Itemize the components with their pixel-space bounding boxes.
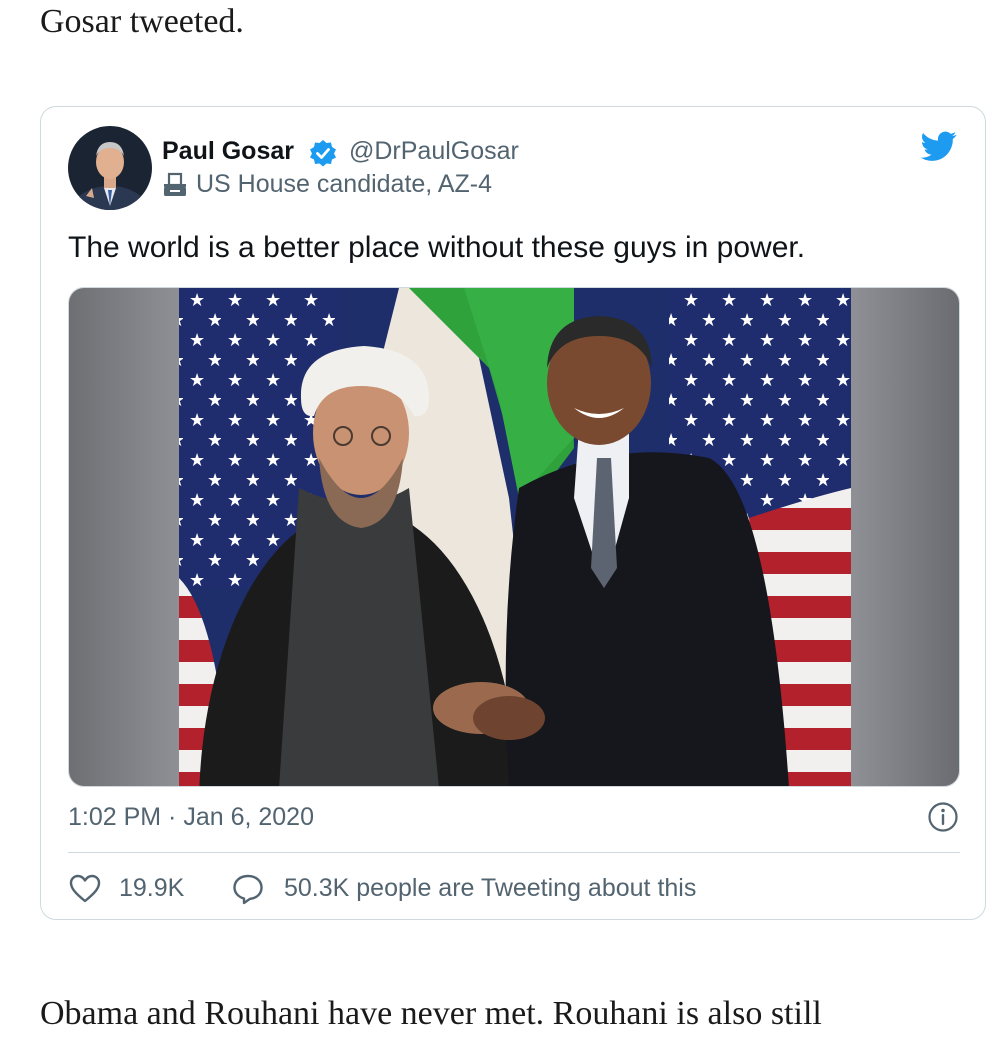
speech-bubble-icon[interactable]: [232, 873, 264, 905]
embedded-tweet-card[interactable]: Paul Gosar @DrPaulGosar US House candida…: [40, 106, 986, 920]
verified-badge-icon: [309, 139, 337, 167]
tweet-text: The world is a better place without thes…: [68, 231, 806, 264]
tweeting-about-link[interactable]: 50.3K people are Tweeting about this: [284, 871, 696, 905]
tweet-photo[interactable]: ★ ★: [68, 287, 960, 787]
like-count[interactable]: 19.9K: [119, 871, 184, 905]
twitter-bird-icon[interactable]: [919, 128, 959, 164]
article-intro-text: Gosar tweeted.: [40, 3, 244, 40]
tweet-divider: [68, 852, 960, 853]
article-body-text: Obama and Rouhani have never met. Rouhan…: [40, 995, 822, 1032]
author-label: US House candidate, AZ-4: [196, 170, 492, 198]
heart-icon[interactable]: [69, 874, 101, 904]
tweet-timestamp[interactable]: 1:02 PM · Jan 6, 2020: [68, 800, 314, 834]
author-handle[interactable]: @DrPaulGosar: [349, 135, 519, 167]
ballot-box-icon: [162, 172, 188, 198]
info-icon[interactable]: [927, 801, 959, 833]
author-avatar[interactable]: [68, 126, 152, 210]
author-name[interactable]: Paul Gosar: [162, 135, 294, 167]
